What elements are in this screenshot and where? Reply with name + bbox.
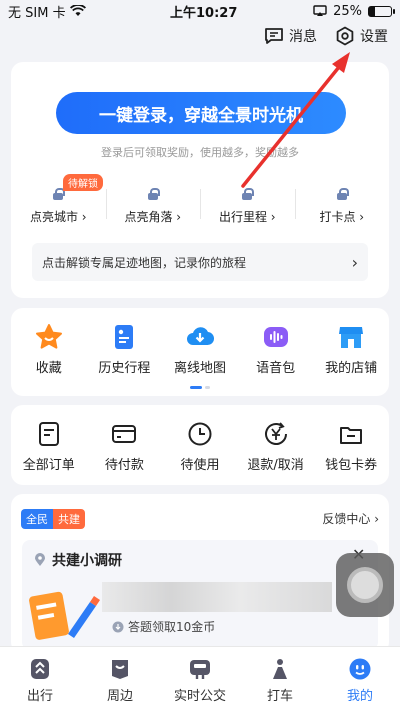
- orders-card: 全部订单 待付款 待使用 退款/取消 钱包卡券: [11, 405, 389, 485]
- card-icon: [112, 425, 137, 443]
- tab-nearby[interactable]: 周边: [80, 647, 160, 712]
- shortcut-label: 离线地图: [173, 361, 226, 376]
- wifi-icon: [69, 5, 86, 16]
- order-label: 退款/取消: [247, 458, 304, 473]
- reward-text: 答题领取10金币: [128, 620, 216, 634]
- message-icon: [265, 28, 283, 44]
- lock-icon: [336, 188, 349, 200]
- bus-icon: [190, 660, 210, 679]
- shortcut-favorites[interactable]: 收藏: [11, 323, 87, 376]
- messages-button[interactable]: 消息: [264, 26, 317, 46]
- unlock-footprint-map-bar[interactable]: 点击解锁专属足迹地图，记录你的旅程 ›: [32, 243, 368, 281]
- settings-button[interactable]: 设置: [335, 26, 388, 46]
- order-label: 钱包卡券: [325, 458, 378, 473]
- shortcut-offline-map[interactable]: 离线地图: [162, 323, 238, 376]
- tab-mine[interactable]: 我的: [320, 647, 400, 712]
- survey-title-text: 共建小调研: [52, 553, 122, 569]
- top-actions: 消息 设置: [264, 26, 388, 46]
- survey-reward: 答题领取10金币: [112, 618, 215, 635]
- one-click-login-button[interactable]: 一键登录，穿越全景时光机: [56, 92, 346, 134]
- travel-icon: [31, 659, 49, 679]
- refund-icon: [264, 422, 287, 445]
- tag-co-build: 共建: [53, 509, 85, 529]
- tab-label: 周边: [106, 689, 133, 704]
- messages-label: 消息: [289, 29, 317, 45]
- store-icon: [339, 327, 364, 348]
- co-build-card: 全民 共建 反馈中心 › 共建小调研 答题领取10金币: [11, 494, 389, 654]
- tab-taxi[interactable]: 打车: [240, 647, 320, 712]
- shortcut-label: 收藏: [35, 361, 62, 376]
- stat-corners[interactable]: 点亮角落 ›: [105, 185, 201, 225]
- shortcut-history[interactable]: 历史行程: [87, 323, 163, 376]
- locked-badge: 待解锁: [63, 174, 103, 191]
- lock-icon: [53, 188, 66, 200]
- coin-icon: [112, 621, 124, 632]
- voice-wave-icon: [263, 327, 288, 347]
- tag-everyone: 全民: [21, 509, 53, 529]
- itinerary-icon: [115, 325, 134, 349]
- order-pending-payment[interactable]: 待付款: [87, 420, 163, 473]
- blurred-content: [102, 582, 332, 612]
- shortcut-label: 我的店铺: [325, 361, 378, 376]
- screen-mirror-icon: [313, 5, 327, 16]
- stat-checkins[interactable]: 打卡点 ›: [294, 185, 390, 225]
- star-icon: [35, 324, 62, 349]
- battery-percent: 25%: [333, 3, 362, 19]
- wallet-icon: [340, 427, 363, 444]
- tab-realtime-bus[interactable]: 实时公交: [160, 647, 240, 712]
- tab-travel[interactable]: 出行: [0, 647, 80, 712]
- lock-icon: [242, 188, 255, 200]
- survey-illustration: [29, 591, 100, 640]
- clock-icon: [188, 422, 212, 446]
- chevron-right-icon: ›: [351, 252, 358, 272]
- shortcuts-card: 收藏 历史行程 离线地图 语音包 我的店铺: [11, 308, 389, 396]
- profile-face-icon: [349, 658, 371, 680]
- footprint-stats: 点亮城市 › 点亮角落 › 出行里程 › 打卡点 ›: [11, 185, 389, 225]
- stat-label: 出行里程 ›: [218, 210, 276, 224]
- clock: 上午10:27: [170, 5, 238, 21]
- battery-icon: [368, 5, 395, 17]
- nearby-icon: [112, 660, 128, 679]
- order-all[interactable]: 全部订单: [11, 420, 87, 473]
- co-build-tag: 全民 共建: [21, 509, 85, 529]
- shortcut-voice-pack[interactable]: 语音包: [238, 323, 314, 376]
- stat-mileage[interactable]: 出行里程 ›: [200, 185, 295, 225]
- order-label: 待使用: [180, 458, 220, 473]
- status-bar: 无 SIM 卡 上午10:27 25%: [0, 0, 400, 22]
- order-label: 待付款: [104, 458, 144, 473]
- order-to-use[interactable]: 待使用: [162, 420, 238, 473]
- carrier-label: 无 SIM 卡: [8, 5, 66, 21]
- stat-label: 打卡点 ›: [319, 210, 365, 224]
- lock-icon: [147, 188, 160, 200]
- bottom-tab-bar: 出行 周边 实时公交 打车 我的: [0, 646, 400, 712]
- location-pin-icon: [35, 553, 45, 566]
- shortcut-label: 历史行程: [98, 361, 151, 376]
- tab-label: 出行: [26, 689, 53, 704]
- order-refund[interactable]: 退款/取消: [238, 420, 314, 473]
- unlock-text: 点击解锁专属足迹地图，记录你的旅程: [42, 255, 247, 270]
- order-wallet[interactable]: 钱包卡券: [313, 420, 389, 473]
- stat-label: 点亮城市 ›: [29, 210, 87, 224]
- tab-label: 打车: [266, 689, 293, 704]
- survey-card[interactable]: 共建小调研 答题领取10金币: [22, 540, 378, 650]
- cloud-download-icon: [186, 327, 214, 346]
- page-indicator: [11, 386, 389, 389]
- shortcut-label: 语音包: [256, 361, 296, 376]
- tab-label: 实时公交: [173, 689, 226, 704]
- login-card: 一键登录，穿越全景时光机 登录后可领取奖励，使用越多，奖励越多 点亮城市 › 点…: [11, 62, 389, 298]
- taxi-icon: [273, 659, 287, 679]
- stat-label: 点亮角落 ›: [124, 210, 182, 224]
- tab-label: 我的: [346, 689, 373, 704]
- document-icon: [38, 422, 59, 446]
- shortcut-my-store[interactable]: 我的店铺: [313, 323, 389, 376]
- login-hint: 登录后可领取奖励，使用越多，奖励越多: [101, 146, 299, 159]
- order-label: 全部订单: [22, 458, 75, 473]
- gear-icon: [336, 26, 354, 46]
- assistive-touch-button[interactable]: [336, 553, 394, 617]
- settings-label: 设置: [360, 29, 388, 45]
- stat-cities[interactable]: 点亮城市 ›: [11, 185, 106, 225]
- survey-title: 共建小调研: [34, 550, 122, 570]
- feedback-center-link[interactable]: 反馈中心 ›: [322, 510, 379, 527]
